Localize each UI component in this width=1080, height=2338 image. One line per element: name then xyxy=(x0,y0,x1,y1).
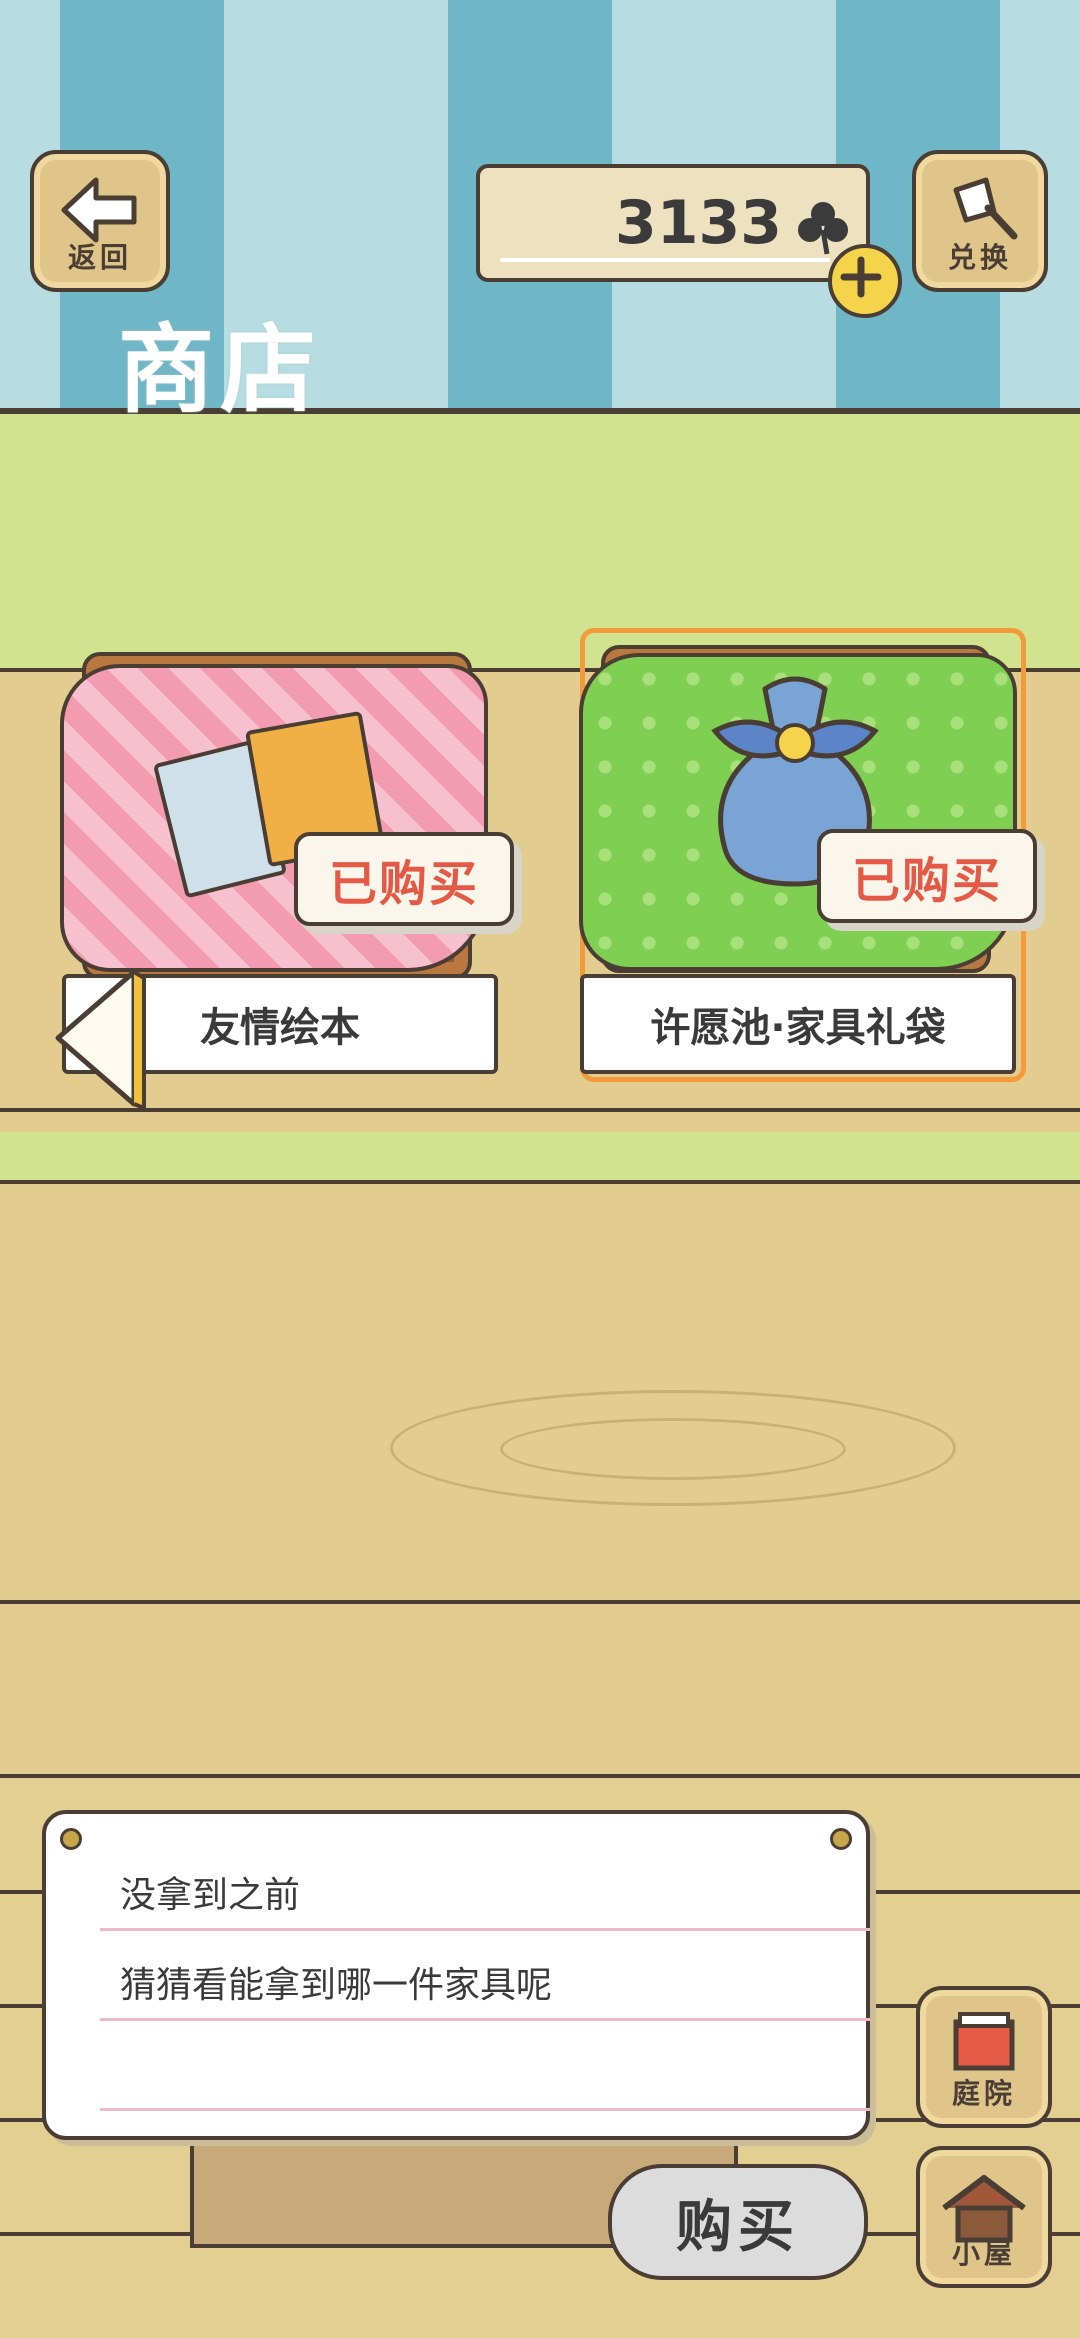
floor-plank-line xyxy=(0,1600,1080,1604)
back-button[interactable]: 返回 xyxy=(30,150,170,292)
back-button-label: 返回 xyxy=(67,241,132,274)
shelf-edge xyxy=(0,1108,1080,1112)
wood-grain xyxy=(500,1418,846,1480)
pin-icon xyxy=(830,1828,852,1850)
pin-icon xyxy=(60,1828,82,1850)
sold-sign: 已购买 xyxy=(817,829,1037,923)
exchange-button[interactable]: 兑换 xyxy=(912,150,1048,292)
grass-strip-lower xyxy=(0,1132,1080,1184)
shop-item-name: 许愿池·家具礼袋 xyxy=(580,974,1016,1074)
yard-button-label: 庭院 xyxy=(951,2077,1016,2110)
previous-arrow-icon[interactable] xyxy=(52,968,148,1108)
yard-button[interactable]: 庭院 xyxy=(916,1986,1052,2128)
plus-icon xyxy=(840,256,882,298)
floor-plank-line xyxy=(0,1774,1080,1778)
dialog-rule xyxy=(100,2018,870,2021)
house-button-label: 小屋 xyxy=(951,2237,1016,2270)
description-dialog: 没拿到之前 猜猜看能拿到哪一件家具呢 xyxy=(42,1810,870,2140)
house-button[interactable]: 小屋 xyxy=(916,2146,1052,2288)
add-currency-button[interactable] xyxy=(828,244,902,318)
exchange-button-label: 兑换 xyxy=(947,241,1012,274)
dialog-line: 猜猜看能拿到哪一件家具呢 xyxy=(120,1965,553,2006)
dialog-line: 没拿到之前 xyxy=(120,1875,301,1916)
currency-underline xyxy=(500,258,830,262)
buy-button[interactable]: 购买 xyxy=(608,2164,868,2280)
dialog-rule xyxy=(100,2108,870,2111)
dialog-rule xyxy=(100,1928,870,1931)
title-text: 商店 xyxy=(118,314,322,426)
currency-panel: 3133 xyxy=(476,164,870,282)
currency-amount: 3133 xyxy=(615,188,782,258)
sold-sign: 已购买 xyxy=(294,832,514,926)
